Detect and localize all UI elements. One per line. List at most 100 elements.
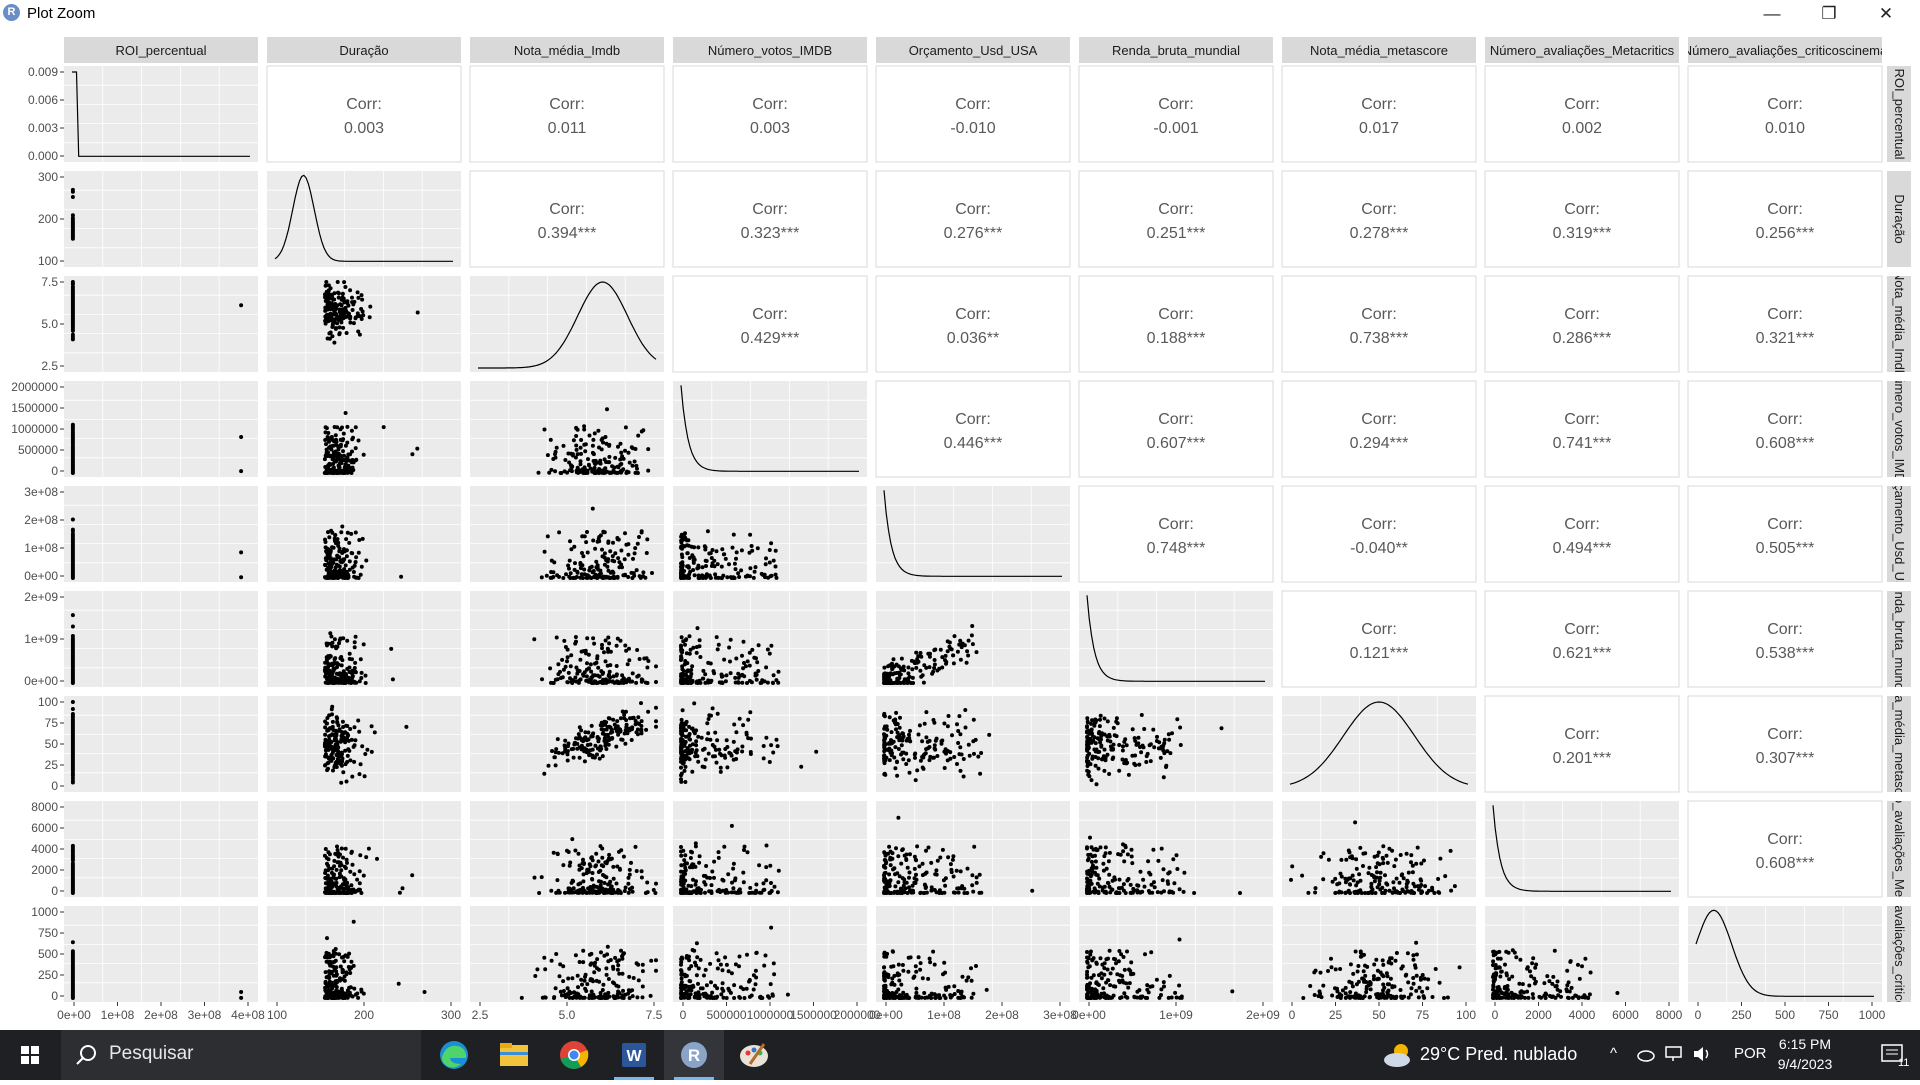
taskbar-search-box[interactable]: Pesquisar: [61, 1030, 421, 1080]
taskbar-app-chrome[interactable]: [544, 1030, 604, 1080]
column-strip-label: Renda_bruta_mundial: [1112, 43, 1240, 58]
y-tick-label: 2e+08: [24, 513, 58, 527]
correlation-panel: [469, 170, 665, 268]
x-tick-label: 8000: [1656, 1008, 1683, 1022]
y-tick-label: 7.5: [41, 275, 58, 289]
density-panel: [673, 381, 867, 477]
word-icon: W: [622, 1043, 646, 1067]
corr-label: Corr:: [1361, 516, 1397, 533]
taskbar-app-file-explorer[interactable]: [484, 1030, 544, 1080]
corr-value: 0.446***: [944, 435, 1003, 452]
y-tick-label: 100: [38, 695, 58, 709]
density-panel: [1079, 591, 1273, 687]
correlation-panel: [1281, 65, 1477, 163]
x-tick-label: 0e+00: [57, 1008, 91, 1022]
correlation-panel: [875, 275, 1071, 373]
density-panel: [1688, 906, 1882, 1002]
corr-value: 0.429***: [741, 330, 800, 347]
x-tick-label: 2e+08: [144, 1008, 178, 1022]
maximize-button[interactable]: ❐: [1801, 0, 1857, 29]
scatter-panel: [876, 906, 1070, 1002]
correlation-panel: [1281, 275, 1477, 373]
correlation-panel: [1687, 65, 1883, 163]
x-tick-label: 5.0: [559, 1008, 576, 1022]
x-tick-label: 100: [1456, 1008, 1476, 1022]
row-strip-label: Nota_média_Imdb: [1892, 271, 1907, 377]
corr-label: Corr:: [1158, 96, 1194, 113]
taskbar-app-edge[interactable]: [424, 1030, 484, 1080]
x-tick-label: 300: [441, 1008, 461, 1022]
y-tick-label: 25: [45, 758, 59, 772]
correlation-panel: [1484, 380, 1680, 478]
minimize-button[interactable]: —: [1744, 0, 1800, 29]
y-tick-label: 5.0: [41, 317, 58, 331]
network-icon[interactable]: [1664, 1044, 1686, 1064]
x-tick-label: 100: [267, 1008, 287, 1022]
corr-label: Corr:: [1361, 306, 1397, 323]
corr-value: -0.040**: [1350, 540, 1408, 557]
correlation-panel: [469, 65, 665, 163]
scatter-panel: [470, 486, 664, 582]
svg-text:W: W: [626, 1048, 642, 1065]
y-tick-label: 500000: [18, 443, 58, 457]
corr-label: Corr:: [1564, 201, 1600, 218]
corr-value: 0.278***: [1350, 225, 1409, 242]
corr-value: 0.748***: [1147, 540, 1206, 557]
taskbar-app-paint[interactable]: [724, 1030, 784, 1080]
correlation-panel: [266, 65, 462, 163]
x-tick-label: 0: [1289, 1008, 1296, 1022]
y-tick-label: 0: [51, 779, 58, 793]
y-tick-label: 2000: [31, 863, 58, 877]
correlation-panel: [1687, 485, 1883, 583]
corr-label: Corr:: [955, 411, 991, 428]
corr-label: Corr:: [1767, 201, 1803, 218]
search-placeholder: Pesquisar: [109, 1043, 194, 1064]
corr-value: 0.017: [1359, 120, 1399, 137]
scatter-panel: [64, 696, 258, 792]
taskbar-clock[interactable]: 6:15 PM 9/4/2023: [1760, 1034, 1850, 1074]
x-tick-label: 750: [1818, 1008, 1838, 1022]
network-cloud-icon[interactable]: [1636, 1044, 1656, 1064]
notification-center-button[interactable]: 11: [1868, 1030, 1920, 1080]
column-strip-label: Número_avaliações_criticoscinema: [1683, 43, 1888, 58]
chevron-up-icon[interactable]: ^: [1610, 1045, 1617, 1062]
svg-text:R: R: [688, 1046, 700, 1065]
corr-value: 0.307***: [1756, 750, 1815, 767]
corr-label: Corr:: [1564, 306, 1600, 323]
scatter-panel: [267, 801, 461, 897]
corr-value: 0.621***: [1553, 645, 1612, 662]
column-strip-label: Orçamento_Usd_USA: [909, 43, 1038, 58]
weather-text[interactable]: 29°C Pred. nublado: [1420, 1044, 1577, 1065]
taskbar-app-word[interactable]: W: [604, 1030, 664, 1080]
y-tick-label: 0e+00: [24, 569, 58, 583]
column-strip-label: Número_votos_IMDB: [708, 43, 832, 58]
close-button[interactable]: ✕: [1858, 0, 1914, 29]
density-panel: [267, 171, 461, 267]
correlation-panel: [1281, 590, 1477, 688]
corr-value: 0.505***: [1756, 540, 1815, 557]
x-tick-label: 0: [1695, 1008, 1702, 1022]
correlation-panel: [1078, 170, 1274, 268]
row-strip-label: Duração: [1892, 194, 1907, 243]
x-tick-label: 50: [1372, 1008, 1386, 1022]
corr-value: 0.738***: [1350, 330, 1409, 347]
scatter-panel: [876, 591, 1070, 687]
y-tick-label: 6000: [31, 821, 58, 835]
x-tick-label: 1e+09: [1159, 1008, 1193, 1022]
correlation-panel: [1484, 170, 1680, 268]
correlation-panel: [1484, 65, 1680, 163]
start-button[interactable]: [0, 1030, 60, 1080]
x-tick-label: 1e+08: [927, 1008, 961, 1022]
corr-value: 0.494***: [1553, 540, 1612, 557]
volume-icon[interactable]: [1692, 1044, 1714, 1064]
corr-label: Corr:: [1767, 831, 1803, 848]
taskbar: Pesquisar W R 29°C Pred. nublado ^ POR 6…: [0, 1030, 1920, 1080]
correlation-panel: [1687, 800, 1883, 898]
corr-label: Corr:: [1767, 306, 1803, 323]
x-tick-label: 0e+00: [869, 1008, 903, 1022]
corr-label: Corr:: [752, 96, 788, 113]
x-tick-label: 500000: [706, 1008, 746, 1022]
taskbar-app-r[interactable]: R: [664, 1030, 724, 1080]
corr-value: -0.010: [950, 120, 995, 137]
corr-value: 0.121***: [1350, 645, 1409, 662]
